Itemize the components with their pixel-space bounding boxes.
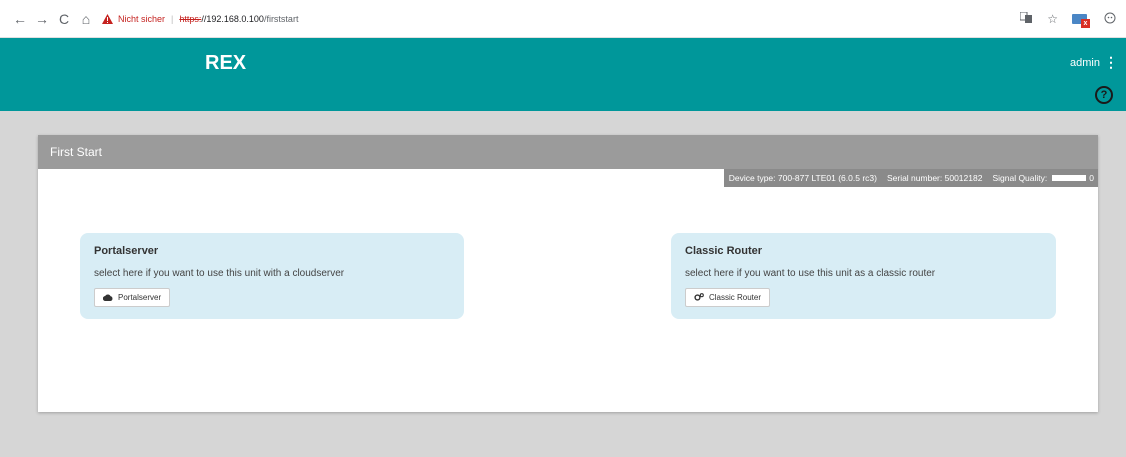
classic-router-card-title: Classic Router xyxy=(685,245,763,257)
classic-router-button[interactable]: Classic Router xyxy=(685,288,771,307)
portalserver-card-description: select here if you want to use this unit… xyxy=(94,268,345,279)
error-badge-icon: x xyxy=(1081,19,1090,28)
serial-label: Serial number: xyxy=(886,173,943,183)
translate-icon[interactable] xyxy=(1019,11,1033,26)
app-header: REX admin ⋮ ? xyxy=(0,38,1126,111)
portalserver-button-label: Portalserver xyxy=(118,293,162,302)
panel-title: First Start xyxy=(50,145,103,159)
signal-quality-bar xyxy=(1052,175,1087,181)
brand-title: REX xyxy=(205,52,247,74)
signal-label: Signal Quality: xyxy=(992,173,1048,183)
url-scheme: https: xyxy=(179,13,202,24)
address-bar[interactable]: Nicht sicher | https://192.168.0.100/fir… xyxy=(102,13,299,24)
url-path: /firststart xyxy=(263,13,299,24)
portalserver-card-title: Portalserver xyxy=(94,245,159,257)
reload-icon[interactable]: C xyxy=(54,9,74,29)
home-icon[interactable]: ⌂ xyxy=(76,9,96,29)
classic-router-card: Classic Router select here if you want t… xyxy=(671,233,1056,319)
classic-router-button-label: Classic Router xyxy=(709,293,762,302)
forward-icon[interactable]: → xyxy=(32,9,52,29)
portalserver-button[interactable]: Portalserver xyxy=(94,288,171,307)
browser-actions: ☆ x xyxy=(1019,0,1116,38)
user-menu[interactable]: admin ⋮ xyxy=(1070,54,1118,71)
gears-icon xyxy=(694,292,704,303)
device-info-bar: Device type: 700-877 LTE01 (6.0.5 rc3) S… xyxy=(723,169,1098,187)
mail-extension-icon[interactable]: x xyxy=(1072,12,1090,28)
first-start-panel: First Start Device type: 700-877 LTE01 (… xyxy=(38,135,1098,412)
kebab-menu-icon[interactable]: ⋮ xyxy=(1104,54,1118,71)
browser-nav: ← → C ⌂ xyxy=(10,9,96,29)
url-separator: | xyxy=(171,13,174,24)
star-icon[interactable]: ☆ xyxy=(1047,12,1058,26)
cloud-icon xyxy=(102,293,113,303)
help-icon[interactable]: ? xyxy=(1095,86,1113,104)
back-icon[interactable]: ← xyxy=(10,9,30,29)
security-warning-text[interactable]: Nicht sicher xyxy=(118,14,165,24)
classic-router-card-description: select here if you want to use this unit… xyxy=(685,268,936,279)
serial-value: 50012182 xyxy=(944,173,983,183)
user-name[interactable]: admin xyxy=(1070,57,1100,69)
profile-icon[interactable] xyxy=(1104,12,1116,27)
panel-header: First Start xyxy=(38,135,1098,169)
browser-toolbar: ← → C ⌂ Nicht sicher | https://192.168.0… xyxy=(0,0,1126,38)
device-type-value: 700-877 LTE01 (6.0.5 rc3) xyxy=(777,173,877,183)
signal-value: 0 xyxy=(1089,173,1094,183)
url-host: //192.168.0.100 xyxy=(201,13,264,24)
warning-icon[interactable] xyxy=(102,13,113,24)
portalserver-card: Portalserver select here if you want to … xyxy=(80,233,464,319)
device-type-label: Device type: xyxy=(728,173,776,183)
